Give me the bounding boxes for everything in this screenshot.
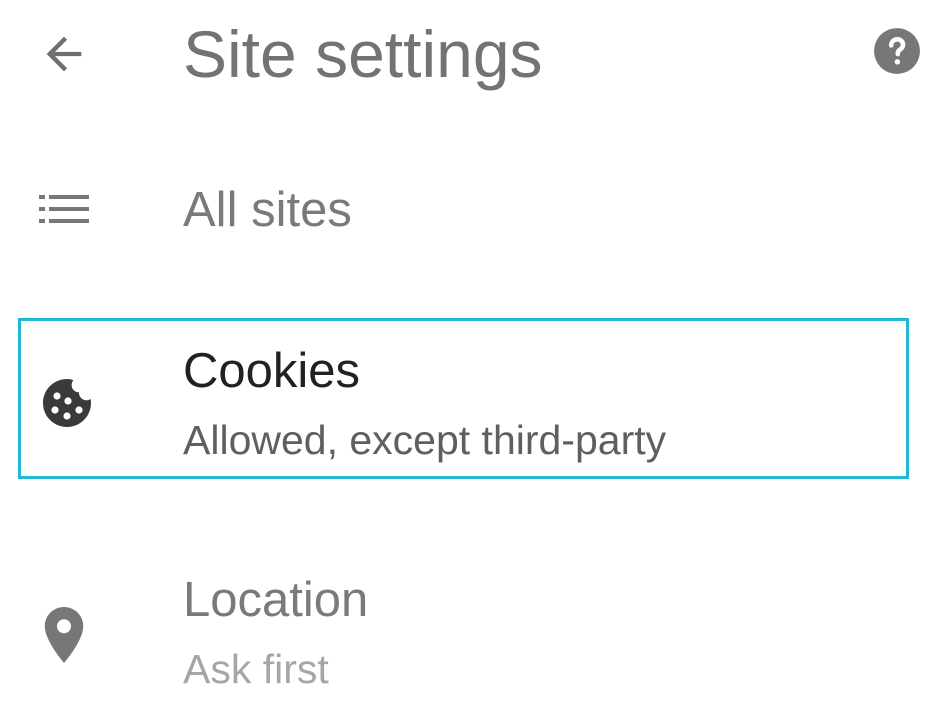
location-item[interactable]: Location Ask first [0,560,949,710]
help-button[interactable] [868,22,926,80]
list-icon [32,184,96,234]
back-button[interactable] [28,18,100,90]
cookies-item[interactable]: Cookies Allowed, except third-party [18,318,909,479]
location-status: Ask first [183,646,329,692]
all-sites-label: All sites [183,183,352,237]
cookies-label: Cookies [183,344,361,398]
arrow-left-icon [46,36,82,72]
page-title: Site settings [183,17,543,91]
location-pin-icon [32,600,96,670]
cookie-icon [35,371,99,435]
site-settings-screen: Site settings All sites Cookies Allowed,… [0,0,949,720]
cookies-status: Allowed, except third-party [183,417,667,463]
help-circle-icon [874,28,920,74]
location-label: Location [183,573,369,627]
all-sites-item[interactable]: All sites [0,170,949,250]
